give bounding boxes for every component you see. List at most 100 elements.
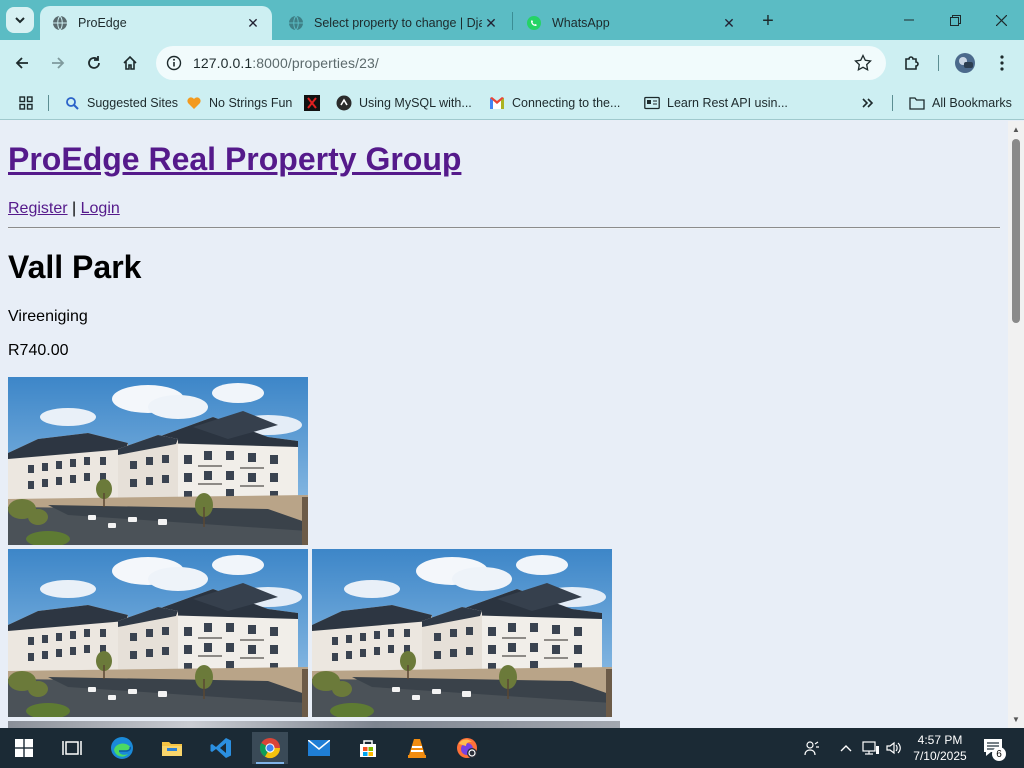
network-button[interactable]: [860, 728, 882, 768]
site-title-link[interactable]: ProEdge Real Property Group: [8, 141, 461, 178]
vscode-taskbar-button[interactable]: [203, 732, 239, 764]
close-tab-icon[interactable]: ✕: [244, 14, 262, 32]
close-tab-icon[interactable]: ✕: [482, 14, 500, 32]
bookmark-connecting[interactable]: Connecting to the...: [489, 92, 620, 114]
volume-button[interactable]: [884, 728, 904, 768]
bookmark-no-strings-fun[interactable]: No Strings Fun: [186, 92, 292, 114]
back-button[interactable]: [8, 49, 36, 77]
profile-button[interactable]: [951, 49, 979, 77]
clock-date: 7/10/2025: [913, 749, 967, 763]
gmail-icon: [489, 95, 505, 111]
bookmark-label: Suggested Sites: [87, 96, 179, 110]
home-button[interactable]: [116, 49, 144, 77]
vlc-icon: [408, 739, 426, 758]
file-explorer-taskbar-button[interactable]: [154, 732, 190, 764]
firefox-taskbar-button[interactable]: [449, 732, 485, 764]
all-bookmarks-label: All Bookmarks: [932, 96, 1012, 110]
firefox-icon: [457, 738, 477, 758]
bookmark-mysql[interactable]: Using MySQL with...: [336, 92, 472, 114]
notification-count-badge: 6: [992, 747, 1006, 761]
tab-title: WhatsApp: [552, 16, 610, 30]
bookmark-learn-rest-api[interactable]: Learn Rest API usin...: [644, 92, 788, 114]
bookmark-label: Using MySQL with...: [359, 96, 472, 110]
tab-search-button[interactable]: [6, 7, 34, 33]
tab-strip: ProEdge ✕ Select property to change | Dj…: [0, 0, 1024, 40]
tab-separator: [512, 12, 513, 30]
chevron-double-right-icon: [860, 95, 876, 111]
people-button[interactable]: [798, 728, 826, 768]
restore-button[interactable]: [932, 0, 978, 40]
start-button[interactable]: [6, 732, 42, 764]
globe-icon: [52, 15, 68, 31]
tab-proedge[interactable]: ProEdge ✕: [40, 6, 272, 40]
page-scrollbar[interactable]: ▲ ▼: [1008, 121, 1024, 728]
url-host: 127.0.0.1: [193, 55, 253, 71]
task-view-button[interactable]: [54, 732, 90, 764]
scroll-up-arrow-icon[interactable]: ▲: [1012, 125, 1020, 134]
mail-taskbar-button[interactable]: [301, 732, 337, 764]
reload-button[interactable]: [80, 49, 108, 77]
address-bar[interactable]: 127.0.0.1:8000/properties/23/: [156, 46, 886, 80]
show-hidden-icons-button[interactable]: [836, 728, 856, 768]
vlc-taskbar-button[interactable]: [399, 732, 435, 764]
chrome-icon: [259, 738, 281, 759]
login-link[interactable]: Login: [81, 200, 120, 217]
horizontal-rule: [8, 227, 1000, 229]
bookmark-label: Learn Rest API usin...: [667, 96, 788, 110]
whatsapp-icon: [526, 15, 542, 31]
chevron-up-icon: [840, 745, 852, 752]
extensions-button[interactable]: [898, 49, 926, 77]
close-window-button[interactable]: [978, 0, 1024, 40]
bookmarks-separator: [892, 95, 893, 111]
tab-whatsapp[interactable]: WhatsApp ✕: [514, 6, 748, 40]
apps-button[interactable]: [18, 92, 41, 114]
url-text[interactable]: 127.0.0.1:8000/properties/23/: [193, 55, 379, 71]
url-path: :8000/properties/23/: [252, 55, 379, 71]
tab-django-admin[interactable]: Select property to change | Dja ✕: [276, 6, 510, 40]
new-tab-button[interactable]: +: [756, 9, 780, 33]
edge-taskbar-button[interactable]: [104, 732, 140, 764]
restore-icon: [949, 14, 961, 26]
chevron-down-icon: [15, 17, 25, 24]
bookmark-star-icon[interactable]: [854, 53, 872, 72]
register-link[interactable]: Register: [8, 200, 68, 217]
bookmark-x[interactable]: [304, 92, 327, 114]
property-location: Vireeniging: [8, 308, 88, 325]
scrollbar-thumb[interactable]: [1012, 139, 1020, 323]
puzzle-icon: [905, 56, 919, 70]
edge-icon: [111, 737, 133, 759]
apps-grid-icon: [18, 95, 34, 111]
bookmark-label: No Strings Fun: [209, 96, 293, 110]
property-gallery-photo: [8, 549, 308, 717]
store-taskbar-button[interactable]: [350, 732, 386, 764]
minimize-icon: [904, 19, 914, 21]
menu-button[interactable]: [988, 49, 1016, 77]
avatar: [955, 53, 975, 73]
browser-toolbar: 127.0.0.1:8000/properties/23/: [0, 40, 1024, 86]
bookmarks-bar: Suggested Sites No Strings Fun Using MyS…: [0, 86, 1024, 120]
all-bookmarks-button[interactable]: All Bookmarks: [909, 92, 1012, 114]
nav-separator: |: [67, 200, 81, 217]
toolbar-separator: [938, 55, 939, 71]
search-icon: [64, 95, 80, 111]
minimize-button[interactable]: [886, 0, 932, 40]
chrome-taskbar-button[interactable]: [252, 732, 288, 764]
bookmark-suggested-sites[interactable]: Suggested Sites: [64, 92, 178, 114]
tab-title: Select property to change | Dja: [314, 16, 482, 30]
arrow-left-icon: [15, 57, 28, 69]
property-main-photo: [8, 377, 308, 545]
tab-title: ProEdge: [78, 16, 127, 30]
heart-icon: [186, 95, 202, 111]
page-content: ProEdge Real Property Group Register | L…: [0, 121, 1008, 728]
people-icon: [804, 741, 819, 756]
close-tab-icon[interactable]: ✕: [720, 14, 738, 32]
x-icon: [304, 95, 320, 111]
scroll-down-arrow-icon[interactable]: ▼: [1012, 715, 1020, 724]
clock-time: 4:57 PM: [917, 733, 963, 747]
folder-icon: [909, 95, 925, 111]
site-info-icon[interactable]: [162, 51, 186, 75]
more-bookmarks-button[interactable]: [860, 92, 883, 114]
bookmarks-separator: [48, 95, 49, 111]
forward-button[interactable]: [44, 49, 72, 77]
clock[interactable]: 4:57 PM 7/10/2025: [902, 732, 978, 764]
